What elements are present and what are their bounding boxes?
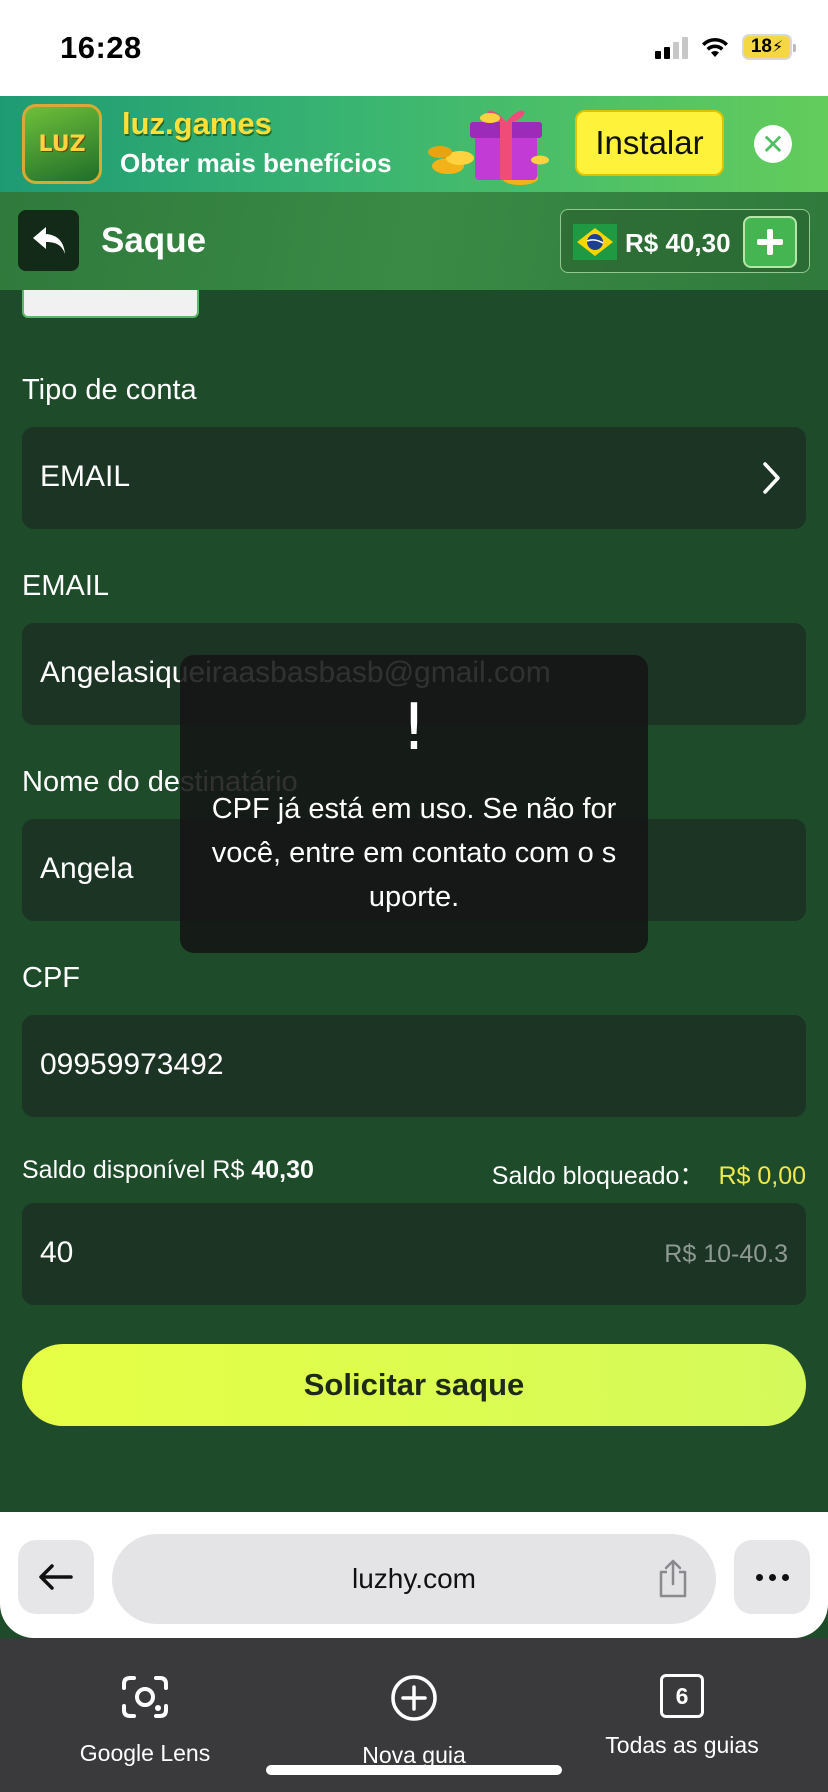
plus-icon	[757, 229, 783, 255]
url-text: luzhy.com	[352, 1563, 476, 1594]
account-type-select[interactable]: EMAIL	[22, 427, 806, 529]
share-icon[interactable]	[656, 1558, 690, 1600]
available-balance-value: 40,30	[251, 1156, 314, 1184]
browser-toolbar: luzhy.com	[0, 1512, 828, 1638]
dot	[755, 1573, 763, 1581]
recipient-value: Angela	[40, 852, 134, 885]
battery-icon: 18 ⚡	[742, 34, 796, 60]
battery-level: 18	[750, 36, 772, 57]
plus-circle-icon	[391, 1675, 437, 1721]
balance-widget: R$ 40,30	[560, 209, 810, 273]
tabs-count-icon: 6	[660, 1674, 704, 1718]
arrow-left-icon	[39, 1564, 73, 1590]
request-withdraw-button[interactable]: Solicitar saque	[22, 1344, 806, 1426]
blocked-balance-value: R$ 0,00	[718, 1162, 806, 1190]
gift-coins-icon	[428, 110, 549, 185]
chevron-right-icon	[763, 462, 780, 494]
promo-subtitle: Obter mais benefícios	[120, 148, 392, 178]
camera-lens-icon	[122, 1676, 168, 1718]
cellular-signal-icon	[655, 35, 688, 59]
dot	[768, 1573, 776, 1581]
status-icons: 18 ⚡	[655, 34, 796, 60]
amount-range-hint: R$ 10-40.3	[664, 1240, 788, 1268]
home-indicator[interactable]	[266, 1765, 562, 1775]
tabs-count: 6	[675, 1682, 689, 1709]
available-balance: Saldo disponível R$ 40,30	[22, 1156, 314, 1185]
google-lens-label: Google Lens	[79, 1740, 211, 1766]
email-label: EMAIL	[22, 570, 110, 602]
luz-games-logo: LUZ	[22, 104, 102, 184]
page-title: Saque	[101, 221, 207, 260]
status-time: 16:28	[60, 30, 142, 65]
dot	[781, 1573, 789, 1581]
install-promo-banner: LUZ luz.games Obter mais benefícios Inst…	[0, 96, 828, 192]
back-arrow-icon	[32, 226, 65, 254]
toast-message: CPF já está em uso. Se não for você, ent…	[211, 793, 617, 913]
error-toast: ! CPF já está em uso. Se não for você, e…	[180, 655, 648, 953]
page-header: Saque R$ 40,30	[0, 192, 828, 290]
browser-back-button[interactable]	[18, 1540, 94, 1614]
install-button[interactable]: Instalar	[575, 110, 724, 176]
alert-icon: !	[401, 691, 427, 765]
account-type-value: EMAIL	[40, 460, 131, 493]
google-lens-button[interactable]: Google Lens	[64, 1674, 226, 1767]
address-bar[interactable]: luzhy.com	[112, 1534, 716, 1624]
blocked-balance: Saldo bloqueado： R$ 0,00	[492, 1156, 806, 1192]
wifi-icon	[702, 37, 728, 57]
cpf-value: 09959973492	[40, 1048, 224, 1081]
close-promo-icon[interactable]: ✕	[754, 125, 792, 163]
account-type-label: Tipo de conta	[22, 374, 197, 406]
amount-value: 40	[40, 1236, 74, 1269]
amount-input[interactable]: 40 R$ 10-40.3	[22, 1203, 806, 1305]
all-tabs-label: Todas as guias	[605, 1732, 759, 1758]
new-tab-button[interactable]: Nova guia	[334, 1674, 494, 1769]
back-button[interactable]	[18, 210, 79, 271]
blocked-balance-label: Saldo bloqueado：	[491, 1162, 705, 1190]
promo-title: luz.games	[122, 106, 272, 141]
qr-code-card	[22, 290, 199, 318]
more-options-button[interactable]	[734, 1540, 810, 1614]
available-balance-label: Saldo disponível R$	[22, 1156, 245, 1184]
header-balance: R$ 40,30	[625, 228, 731, 258]
all-tabs-button[interactable]: 6 Todas as guias	[594, 1674, 770, 1759]
cpf-label: CPF	[22, 962, 80, 994]
status-bar: 16:28 18 ⚡	[0, 0, 828, 96]
cpf-field[interactable]: 09959973492	[22, 1015, 806, 1117]
deposit-plus-button[interactable]	[743, 216, 797, 268]
brazil-flag-icon	[573, 224, 617, 260]
